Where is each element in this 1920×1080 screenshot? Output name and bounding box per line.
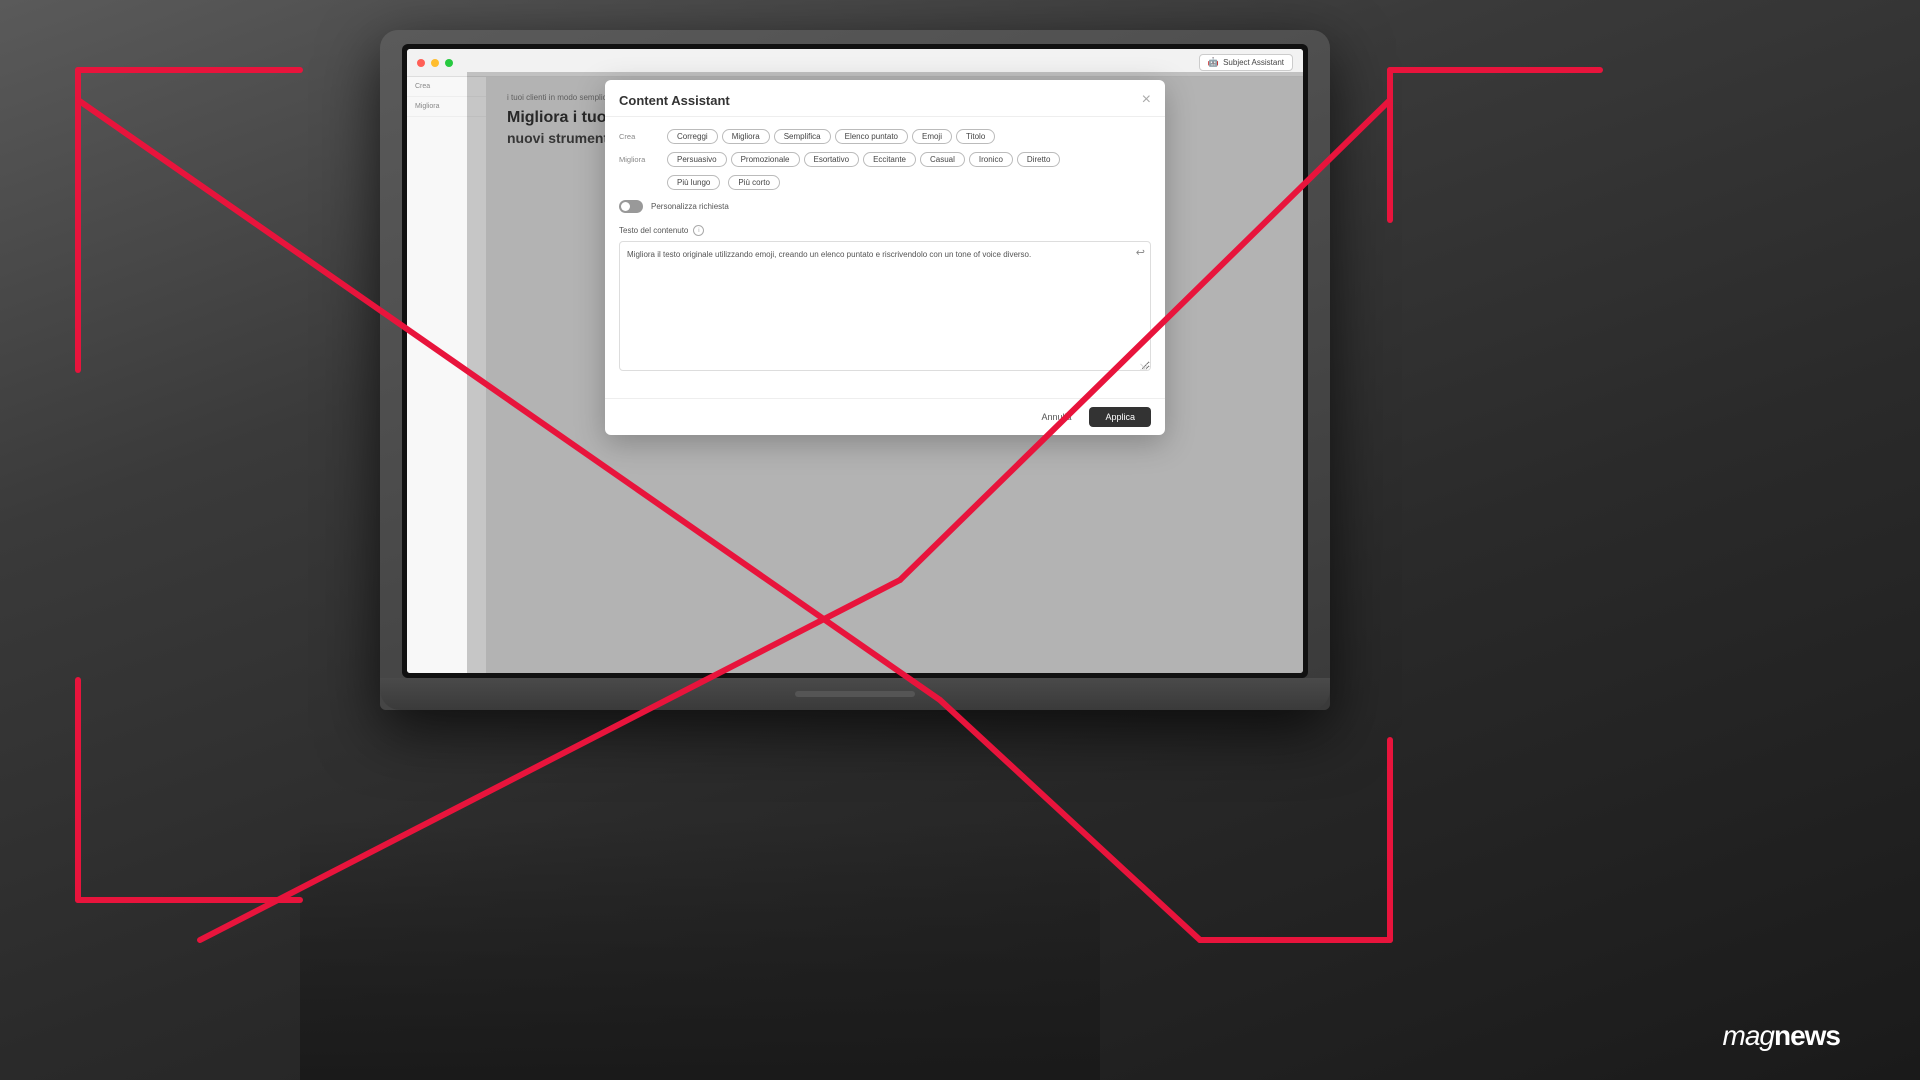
- personalizza-row: Personalizza richiesta: [619, 200, 1151, 213]
- magnews-logo: mag news: [1723, 1020, 1841, 1052]
- row-label-migliora: Migliora: [619, 152, 659, 164]
- trackpad: [795, 691, 915, 697]
- laptop-body: 🤖 Subject Assistant Crea Migliora i tuoi…: [380, 30, 1330, 710]
- tag-titolo[interactable]: Titolo: [956, 129, 995, 144]
- modal-row-length: Più lungo Più corto: [619, 175, 1151, 190]
- tag-elenco-puntato[interactable]: Elenco puntato: [835, 129, 908, 144]
- modal-row-crea: Crea Correggi Migliora Semplifica Elenco…: [619, 129, 1151, 144]
- logo-news: news: [1774, 1020, 1840, 1052]
- tag-piu-lungo[interactable]: Più lungo: [667, 175, 720, 190]
- minimize-dot: [431, 59, 439, 67]
- robot-icon: 🤖: [1208, 57, 1219, 68]
- close-dot: [417, 59, 425, 67]
- modal-row-migliora: Migliora Persuasivo Promozionale Esortat…: [619, 152, 1151, 167]
- modal-body: Crea Correggi Migliora Semplifica Elenco…: [605, 117, 1165, 398]
- row-label-crea: Crea: [619, 129, 659, 141]
- tag-ironico[interactable]: Ironico: [969, 152, 1013, 167]
- tags-row2: Persuasivo Promozionale Esortativo Eccit…: [667, 152, 1060, 167]
- personalizza-label: Personalizza richiesta: [651, 202, 729, 211]
- field-label-text: Testo del contenuto: [619, 226, 688, 235]
- tag-migliora[interactable]: Migliora: [722, 129, 770, 144]
- tag-correggi[interactable]: Correggi: [667, 129, 718, 144]
- hands-area: [300, 820, 1100, 1080]
- tags-row1: Correggi Migliora Semplifica Elenco punt…: [667, 129, 995, 144]
- subject-assistant-button[interactable]: 🤖 Subject Assistant: [1199, 54, 1293, 71]
- field-info-icon[interactable]: i: [693, 225, 704, 236]
- undo-icon[interactable]: ↩: [1136, 246, 1145, 259]
- tag-promozionale[interactable]: Promozionale: [731, 152, 800, 167]
- screen-content: 🤖 Subject Assistant Crea Migliora i tuoi…: [407, 49, 1303, 673]
- content-field-container: Testo del contenuto i Migliora il testo …: [619, 225, 1151, 376]
- tag-persuasivo[interactable]: Persuasivo: [667, 152, 727, 167]
- laptop-base: [380, 678, 1330, 710]
- resize-handle-icon: ⇲: [1139, 362, 1147, 373]
- modal-footer: Annulla Applica: [605, 398, 1165, 435]
- modal-close-button[interactable]: ×: [1142, 92, 1151, 108]
- content-assistant-modal: Content Assistant × Crea Correggi Miglio…: [605, 80, 1165, 435]
- content-textarea[interactable]: Migliora il testo originale utilizzando …: [619, 241, 1151, 371]
- tag-semplifica[interactable]: Semplifica: [774, 129, 831, 144]
- tag-eccitante[interactable]: Eccitante: [863, 152, 916, 167]
- tag-emoji[interactable]: Emoji: [912, 129, 952, 144]
- tag-piu-corto[interactable]: Più corto: [728, 175, 780, 190]
- field-label-row: Testo del contenuto i: [619, 225, 1151, 236]
- modal-title: Content Assistant: [619, 93, 730, 108]
- textarea-wrapper: Migliora il testo originale utilizzando …: [619, 241, 1151, 376]
- cancel-button[interactable]: Annulla: [1031, 407, 1081, 427]
- tag-casual[interactable]: Casual: [920, 152, 965, 167]
- tag-esortativo[interactable]: Esortativo: [804, 152, 860, 167]
- expand-dot: [445, 59, 453, 67]
- tag-diretto[interactable]: Diretto: [1017, 152, 1061, 167]
- modal-header: Content Assistant ×: [605, 80, 1165, 117]
- screen-bezel: 🤖 Subject Assistant Crea Migliora i tuoi…: [402, 44, 1308, 678]
- modal-overlay: Content Assistant × Crea Correggi Miglio…: [467, 72, 1303, 673]
- personalizza-toggle[interactable]: [619, 200, 643, 213]
- subject-assistant-label: Subject Assistant: [1223, 58, 1284, 67]
- logo-mag: mag: [1723, 1020, 1774, 1052]
- apply-button[interactable]: Applica: [1089, 407, 1151, 427]
- main-content-area: i tuoi clienti in modo semplice e veloce…: [487, 77, 1303, 673]
